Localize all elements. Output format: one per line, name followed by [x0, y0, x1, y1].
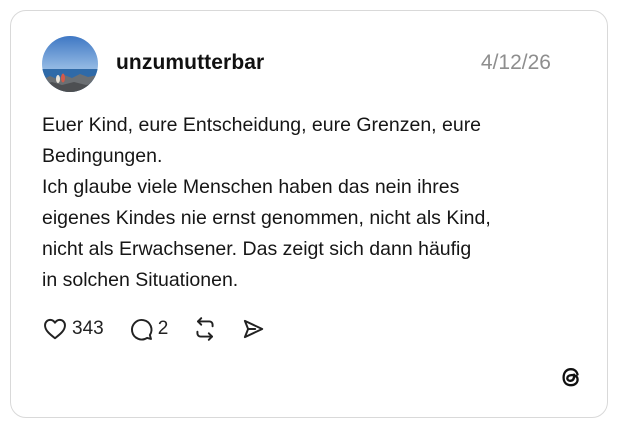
reply-count: 2: [157, 318, 169, 339]
threads-logo-icon: [557, 363, 585, 391]
post-date: 4/12/26: [480, 51, 551, 74]
post-card: unzumutterbar 4/12/26 Euer Kind, eure En…: [10, 10, 608, 418]
repost-button[interactable]: [192, 316, 218, 342]
heart-icon: [44, 318, 66, 340]
share-button[interactable]: [240, 316, 266, 342]
like-count: 343: [72, 318, 104, 339]
speech-bubble-icon: [130, 319, 153, 341]
avatar-image: [42, 36, 98, 92]
send-icon: [244, 319, 264, 339]
action-bar: 343 2: [42, 313, 266, 345]
post-text: Euer Kind, eure Entscheidung, eure Grenz…: [42, 114, 491, 291]
repost-icon: [196, 317, 214, 341]
like-button[interactable]: 343: [42, 316, 104, 342]
reply-button[interactable]: 2: [128, 316, 169, 342]
avatar[interactable]: [42, 36, 98, 92]
username[interactable]: unzumutterbar: [116, 51, 264, 75]
